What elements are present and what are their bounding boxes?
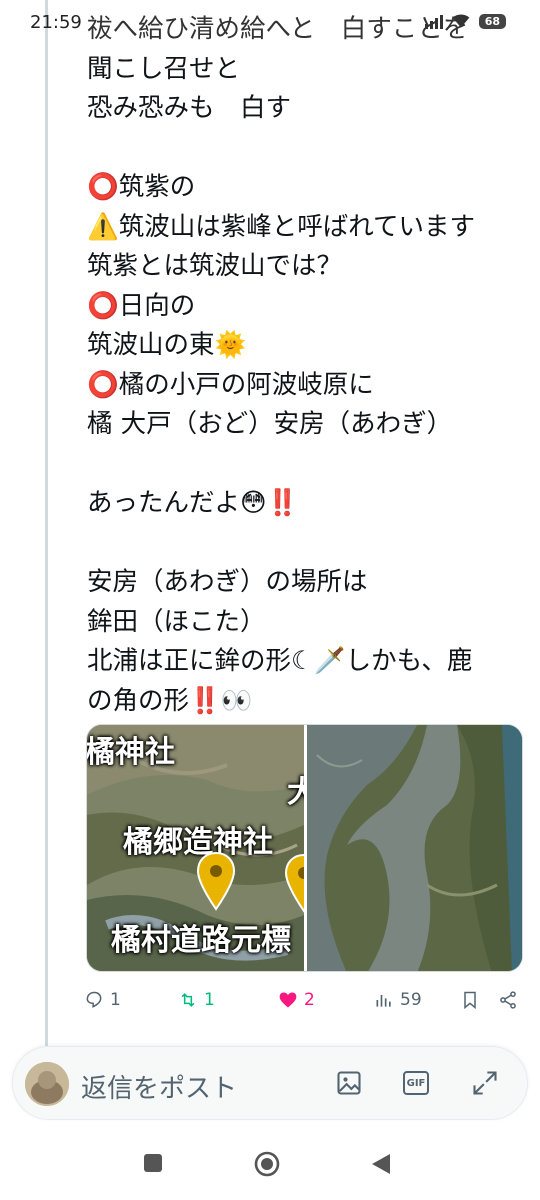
reply-input[interactable]: 返信をポスト (81, 1068, 237, 1105)
share-icon (500, 991, 516, 1009)
thread-connector-line (45, 0, 48, 1046)
tweet-text-line: ⭕橘の小戸の阿波岐原に (87, 369, 374, 400)
status-icons: 68 (424, 13, 506, 29)
signal-icon (424, 13, 443, 29)
bookmark-icon (464, 991, 476, 1010)
tweet-text-line: 橘 大戸（おど）安房（あわぎ） (87, 409, 453, 439)
tweet-text-line (87, 129, 527, 169)
status-bar: 21:59 68 (0, 0, 540, 44)
tweet-action-bar: 1 1 2 59 (84, 983, 524, 1017)
tweet-text-line: 筑波山の東🌞 (87, 330, 247, 360)
bookmark-button[interactable] (460, 990, 480, 1010)
reply-composer-bar[interactable]: 返信をポスト GIF (12, 1046, 528, 1120)
share-button[interactable] (498, 990, 518, 1010)
tweet-text-line: 鉾田（ほこた） (87, 606, 266, 637)
like-count: 2 (304, 990, 315, 1010)
recents-button-icon[interactable] (142, 1152, 164, 1174)
tweet-text-line: あったんだよ😳‼️ (87, 488, 299, 518)
reply-button[interactable]: 1 (84, 990, 121, 1010)
wifi-icon (452, 14, 470, 28)
retweet-count: 1 (204, 990, 215, 1010)
gif-label: GIF (406, 1077, 426, 1089)
system-navigation-bar (0, 1130, 540, 1200)
tweet-text-line: 安房（あわぎ）の場所は (87, 567, 368, 597)
retweet-button[interactable]: 1 (178, 990, 215, 1010)
heart-icon (279, 992, 297, 1008)
tweet-text-line: ⚠️筑波山は紫峰と呼ばれています (87, 211, 475, 242)
views-button[interactable]: 59 (374, 990, 422, 1010)
map-image-right[interactable] (307, 725, 522, 971)
map-label: 大 (287, 767, 304, 811)
tweet-text-line: 筑紫とは筑波山では？ (87, 251, 343, 281)
views-chart-icon (376, 995, 391, 1007)
tweet-text-line: 聞こし召せと (87, 53, 241, 84)
tweet-text-line (87, 445, 527, 485)
gif-button[interactable]: GIF (403, 1071, 429, 1095)
map-pin-icon (196, 851, 236, 911)
home-button-icon[interactable] (253, 1150, 281, 1178)
image-icon[interactable] (335, 1069, 363, 1097)
tweet-text-line (87, 524, 527, 564)
reply-count: 1 (110, 990, 121, 1010)
status-time: 21:59 (30, 12, 82, 33)
tweet-media: 橘神社 橘郷造神社 橘村道路元標 大 (86, 724, 523, 972)
map-label: 橘神社 (87, 735, 175, 770)
back-button-icon[interactable] (370, 1152, 392, 1176)
satellite-map-right (307, 725, 522, 971)
tweet-text-line: ⭕日向の (87, 290, 196, 321)
expand-icon[interactable] (471, 1069, 499, 1097)
tweet-text: 祓へ給ひ清め給へと 白すことを 聞こし召せと 恐み恐みも 白す ⭕筑紫の ⚠️筑… (87, 10, 527, 721)
retweet-icon (181, 993, 195, 1007)
tweet-text-line: 恐み恐みも 白す (87, 93, 292, 123)
map-image-left[interactable]: 橘神社 橘郷造神社 橘村道路元標 大 (87, 725, 304, 971)
map-label: 橘村道路元標 (111, 923, 291, 958)
battery-indicator: 68 (478, 13, 506, 29)
avatar (25, 1062, 69, 1106)
views-count: 59 (400, 990, 422, 1010)
tweet-text-line: 北浦は正に鉾の形☾🗡️しかも、鹿 (87, 646, 473, 676)
reply-icon (86, 991, 102, 1008)
like-button[interactable]: 2 (278, 990, 315, 1010)
tweet-text-line: ⭕筑紫の (87, 172, 196, 202)
tweet-text-line: の角の形‼️👀 (87, 685, 253, 716)
map-pin-icon (284, 853, 304, 913)
